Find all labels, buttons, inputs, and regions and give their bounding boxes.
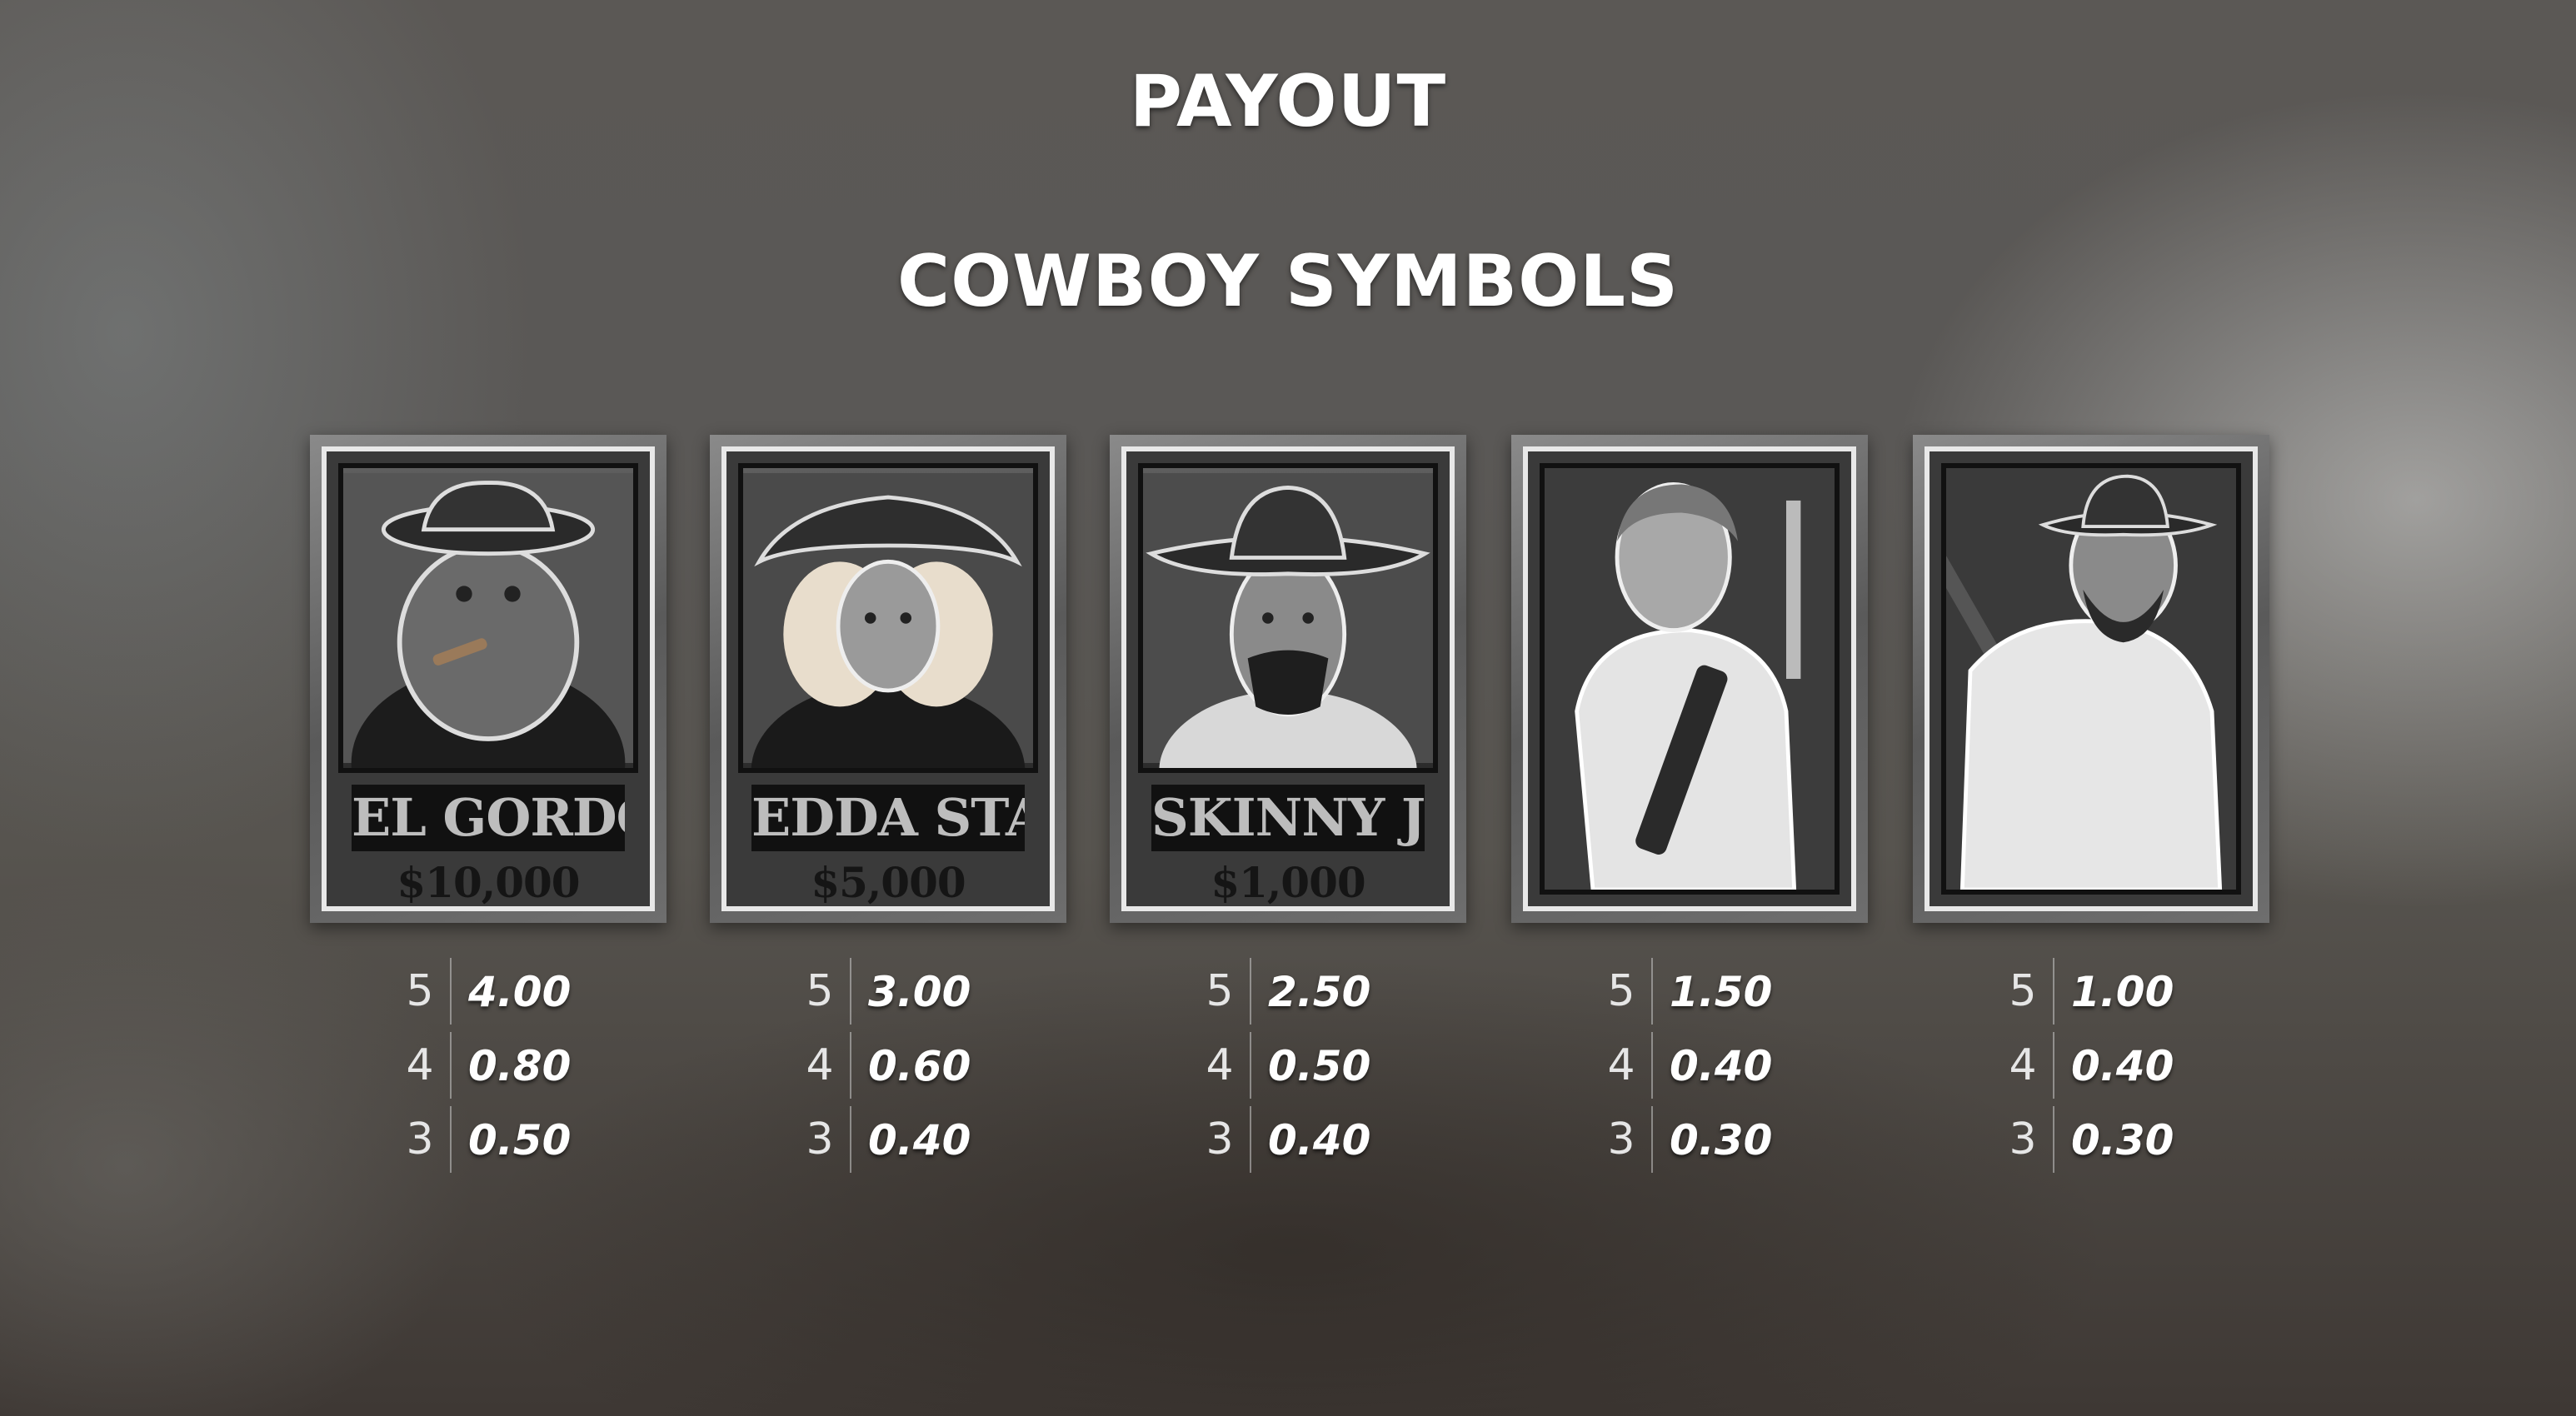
symbol-bounty: $10,000: [397, 858, 580, 907]
match-count: 3: [1206, 1114, 1234, 1164]
payout-value: 0.50: [1268, 1042, 1371, 1090]
symbol-bounty: $1,000: [1211, 858, 1365, 907]
divider: [2053, 1032, 2054, 1099]
match-count: 5: [406, 966, 434, 1016]
symbol-skinny-joe: SKINNY JOE $1,000 5 2.50 4 0.50 3 0.40: [1110, 435, 1466, 1173]
paytable: 5 2.50 4 0.50 3 0.40: [1201, 958, 1418, 1180]
symbol-card: EDDA STAR $5,000: [710, 435, 1066, 923]
match-count: 5: [1206, 966, 1234, 1016]
pay-row: 3 0.30: [2004, 1106, 2221, 1180]
payout-title: PAYOUT: [1129, 60, 1447, 143]
match-count: 3: [2009, 1114, 2037, 1164]
pay-row: 4 0.40: [2004, 1032, 2221, 1106]
edda-star-portrait-icon: [738, 463, 1038, 773]
match-count: 4: [1206, 1040, 1234, 1090]
divider: [1250, 958, 1251, 1025]
match-count: 5: [2009, 966, 2037, 1016]
match-count: 4: [1607, 1040, 1635, 1090]
paytable: 5 3.00 4 0.60 3 0.40: [801, 958, 1018, 1180]
match-count: 4: [2009, 1040, 2037, 1090]
pay-row: 4 0.50: [1201, 1032, 1418, 1106]
pay-row: 5 1.00: [2004, 958, 2221, 1032]
symbol-bounty: $5,000: [811, 858, 966, 907]
symbol-gunslinger-woman: 5 1.50 4 0.40 3 0.30: [1511, 435, 1868, 1173]
bearded-cowboy-portrait-icon: [1941, 463, 2241, 895]
match-count: 4: [406, 1040, 434, 1090]
payout-value: 0.40: [2071, 1042, 2174, 1090]
divider: [1651, 1106, 1653, 1173]
divider: [850, 958, 851, 1025]
divider: [1250, 1032, 1251, 1099]
pay-row: 3 0.40: [801, 1106, 1018, 1180]
match-count: 4: [806, 1040, 834, 1090]
payout-value: 0.60: [868, 1042, 971, 1090]
pay-row: 4 0.60: [801, 1032, 1018, 1106]
paytable: 5 4.00 4 0.80 3 0.50: [402, 958, 618, 1180]
pay-row: 5 1.50: [1603, 958, 1820, 1032]
divider: [850, 1106, 851, 1173]
symbol-card: SKINNY JOE $1,000: [1110, 435, 1466, 923]
divider: [1651, 1032, 1653, 1099]
symbol-name: SKINNY JOE: [1151, 785, 1425, 851]
match-count: 3: [1607, 1114, 1635, 1164]
paytable: 5 1.50 4 0.40 3 0.30: [1603, 958, 1820, 1180]
pay-row: 3 0.50: [402, 1106, 618, 1180]
symbol-name: EDDA STAR: [751, 785, 1025, 851]
el-gordo-portrait-icon: [338, 463, 638, 773]
match-count: 5: [1607, 966, 1635, 1016]
divider: [1250, 1106, 1251, 1173]
divider: [2053, 958, 2054, 1025]
payout-value: 0.40: [868, 1116, 971, 1164]
pay-row: 3 0.30: [1603, 1106, 1820, 1180]
skinny-joe-portrait-icon: [1138, 463, 1438, 773]
payout-value: 0.50: [468, 1116, 572, 1164]
payout-value: 0.30: [1670, 1116, 1773, 1164]
pay-row: 5 2.50: [1201, 958, 1418, 1032]
pay-row: 3 0.40: [1201, 1106, 1418, 1180]
symbol-card: [1913, 435, 2269, 923]
symbol-el-gordo: EL GORDO $10,000 5 4.00 4 0.80 3 0.50: [310, 435, 666, 1173]
payout-value: 3.00: [868, 968, 971, 1016]
match-count: 3: [406, 1114, 434, 1164]
symbol-edda-star: EDDA STAR $5,000 5 3.00 4 0.60 3 0.40: [710, 435, 1066, 1173]
pay-row: 5 3.00: [801, 958, 1018, 1032]
payout-value: 1.50: [1670, 968, 1773, 1016]
cowboy-symbols-heading: COWBOY SYMBOLS: [896, 240, 1680, 323]
divider: [450, 958, 452, 1025]
payout-value: 0.30: [2071, 1116, 2174, 1164]
divider: [850, 1032, 851, 1099]
gunslinger-woman-portrait-icon: [1540, 463, 1840, 895]
symbol-card: [1511, 435, 1868, 923]
pay-row: 4 0.40: [1603, 1032, 1820, 1106]
pay-row: 5 4.00: [402, 958, 618, 1032]
match-count: 3: [806, 1114, 834, 1164]
symbol-card: EL GORDO $10,000: [310, 435, 666, 923]
payout-value: 0.80: [468, 1042, 572, 1090]
divider: [450, 1032, 452, 1099]
symbol-name: EL GORDO: [352, 785, 625, 851]
paytable: 5 1.00 4 0.40 3 0.30: [2004, 958, 2221, 1180]
divider: [2053, 1106, 2054, 1173]
symbol-bearded-cowboy: 5 1.00 4 0.40 3 0.30: [1913, 435, 2269, 1173]
divider: [1651, 958, 1653, 1025]
match-count: 5: [806, 966, 834, 1016]
payout-value: 4.00: [468, 968, 572, 1016]
payout-value: 2.50: [1268, 968, 1371, 1016]
payout-value: 0.40: [1268, 1116, 1371, 1164]
divider: [450, 1106, 452, 1173]
payout-value: 0.40: [1670, 1042, 1773, 1090]
payout-value: 1.00: [2071, 968, 2174, 1016]
pay-row: 4 0.80: [402, 1032, 618, 1106]
